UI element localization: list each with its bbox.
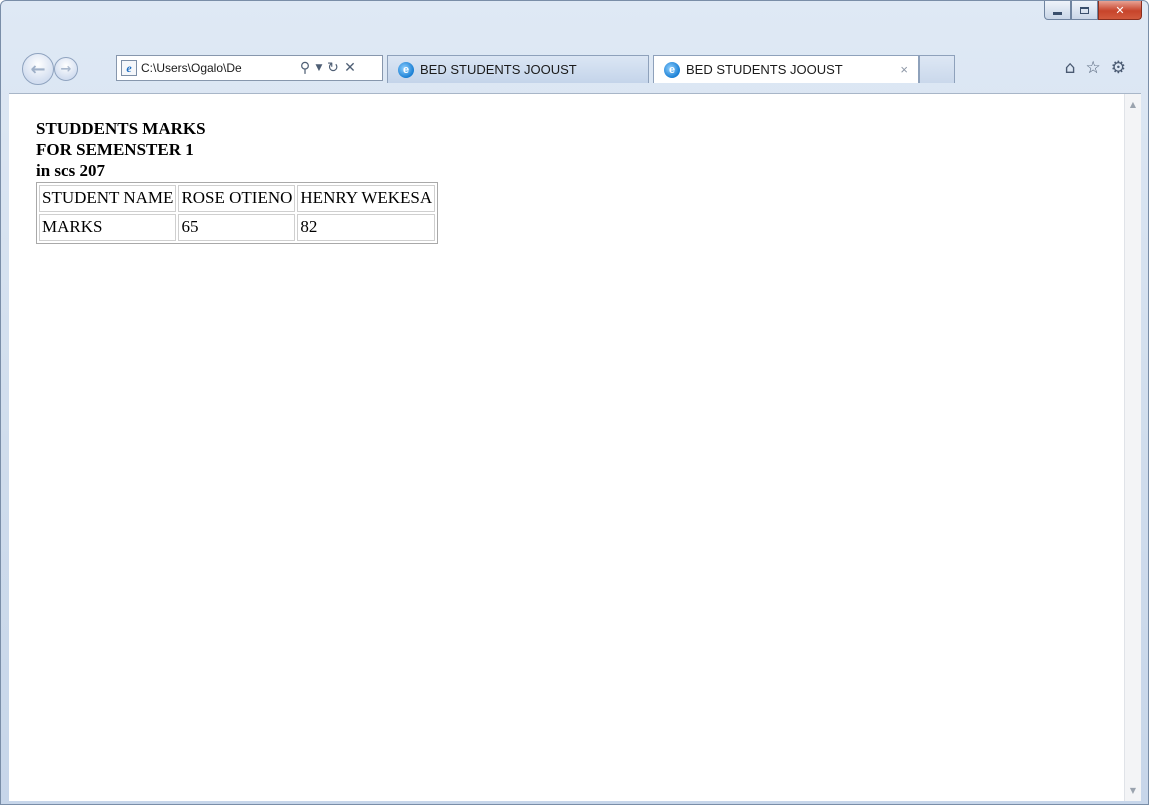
gear-icon[interactable]: ⚙: [1111, 58, 1126, 78]
window-caption-buttons: ✕: [1044, 1, 1142, 21]
vertical-scrollbar[interactable]: ▲ ▼: [1124, 94, 1141, 801]
new-tab-button[interactable]: [919, 55, 955, 83]
scroll-down-icon[interactable]: ▼: [1125, 782, 1141, 799]
dropdown-arrow-icon[interactable]: ▼: [315, 63, 323, 73]
back-button[interactable]: ←: [22, 53, 54, 85]
ie-page-icon: e: [121, 60, 137, 76]
tab-title: BED STUDENTS JOOUST: [420, 62, 577, 77]
toolbar-right-icons: ⌂ ☆ ⚙: [1065, 58, 1126, 78]
stop-icon[interactable]: ✕: [343, 61, 357, 75]
content-viewport: STUDDENTS MARKS FOR SEMENSTER 1 in scs 2…: [9, 93, 1141, 801]
search-icon[interactable]: ⚲: [298, 61, 312, 75]
minimize-button[interactable]: [1044, 1, 1071, 20]
marks-table: STUDENT NAME ROSE OTIENO HENRY WEKESA MA…: [36, 182, 439, 244]
favorites-star-icon[interactable]: ☆: [1086, 58, 1101, 78]
maximize-button[interactable]: [1071, 1, 1098, 20]
heading-line-3: in scs 207: [36, 161, 105, 180]
table-cell: ROSE OTIENO: [178, 185, 296, 212]
table-row: STUDENT NAME ROSE OTIENO HENRY WEKESA: [39, 185, 436, 212]
forward-button[interactable]: →: [54, 57, 78, 81]
address-text[interactable]: C:\Users\Ogalo\De: [141, 61, 295, 75]
ie-logo-icon: e: [664, 61, 680, 78]
table-row: MARKS 65 82: [39, 214, 436, 241]
table-cell: STUDENT NAME: [39, 185, 177, 212]
tab-1[interactable]: e BED STUDENTS JOOUST: [387, 55, 649, 83]
tab-close-icon[interactable]: ×: [900, 62, 908, 77]
heading-line-2: FOR SEMENSTER 1: [36, 140, 194, 159]
arrow-left-icon: ←: [30, 58, 46, 80]
tab-title: BED STUDENTS JOOUST: [686, 62, 843, 77]
address-bar[interactable]: e C:\Users\Ogalo\De ⚲ ▼ ↻ ✕: [116, 55, 383, 81]
page-content: STUDDENTS MARKS FOR SEMENSTER 1 in scs 2…: [36, 118, 439, 244]
table-cell: 82: [297, 214, 436, 241]
tab-2[interactable]: e BED STUDENTS JOOUST ×: [653, 55, 919, 83]
table-cell: 65: [178, 214, 296, 241]
minimize-icon: [1053, 11, 1062, 15]
refresh-icon[interactable]: ↻: [326, 61, 340, 75]
browser-toolbar: ← → e C:\Users\Ogalo\De ⚲ ▼ ↻ ✕ e BED ST…: [1, 45, 1148, 85]
home-icon[interactable]: ⌂: [1065, 58, 1076, 78]
browser-window: ✕ ← → e C:\Users\Ogalo\De ⚲ ▼ ↻ ✕ e BED …: [0, 0, 1149, 805]
table-cell: HENRY WEKESA: [297, 185, 436, 212]
arrow-right-icon: →: [60, 61, 72, 77]
heading-line-1: STUDDENTS MARKS: [36, 119, 206, 138]
close-icon: ✕: [1115, 3, 1125, 17]
ie-logo-icon: e: [398, 61, 414, 78]
table-cell: MARKS: [39, 214, 177, 241]
close-window-button[interactable]: ✕: [1098, 1, 1142, 20]
scroll-up-icon[interactable]: ▲: [1125, 96, 1141, 113]
maximize-icon: [1080, 6, 1089, 14]
